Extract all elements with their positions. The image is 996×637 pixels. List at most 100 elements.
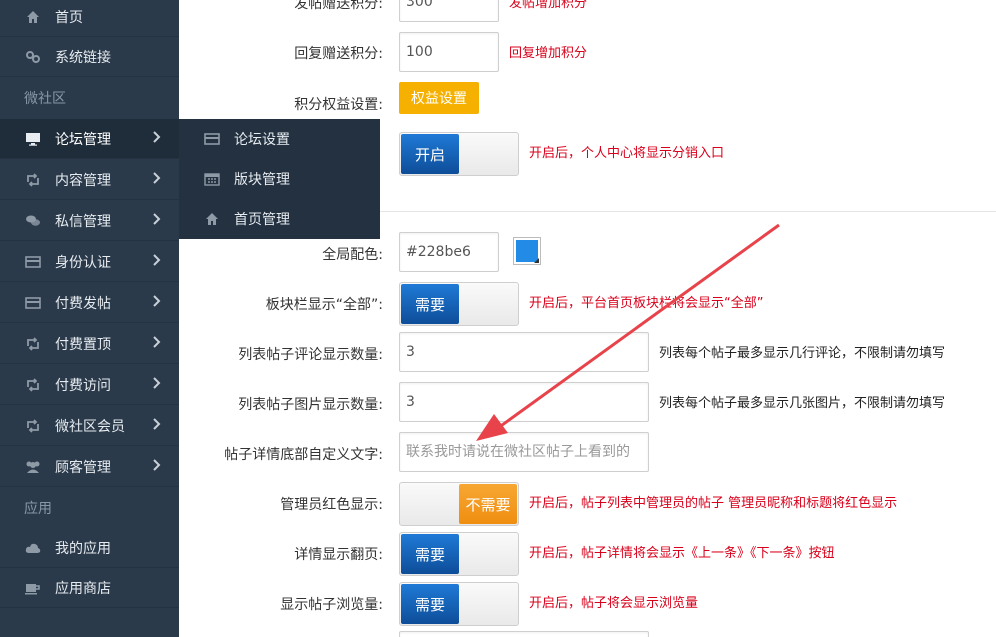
sidebar-item-paid-pin[interactable]: 付费置顶	[0, 324, 179, 364]
sidebar-item-identity[interactable]: 身份认证	[0, 242, 179, 282]
card-icon	[24, 253, 42, 271]
home-icon	[203, 210, 221, 228]
footer-text-label: 帖子详情底部自定义文字:	[224, 447, 383, 463]
chevron-right-icon	[153, 213, 161, 229]
sidebar-item-private-messages[interactable]: 私信管理	[0, 201, 179, 241]
admin-red-toggle[interactable]: 不需要	[399, 482, 519, 526]
reply-points-input[interactable]	[399, 32, 499, 72]
toggle-on-label: 需要	[401, 284, 459, 324]
post-points-hint: 发帖增加积分	[509, 0, 588, 11]
sidebar-item-label: 论坛管理	[55, 131, 111, 148]
sidebar-item-label: 顾客管理	[55, 459, 111, 476]
submenu-item-board-management[interactable]: 版块管理	[179, 159, 380, 199]
sidebar-section-apps: 应用	[24, 501, 52, 517]
comment-count-input[interactable]	[399, 332, 649, 372]
chevron-right-icon	[153, 131, 161, 147]
chevron-right-icon	[153, 172, 161, 188]
calendar-icon	[203, 170, 221, 188]
sidebar-item-label: 微社区会员	[55, 418, 125, 435]
sidebar-item-label: 付费置顶	[55, 336, 111, 353]
toggle-on-label: 开启	[401, 134, 459, 174]
sidebar-item-label: 系统链接	[55, 49, 111, 66]
footer-text-input[interactable]	[399, 432, 649, 472]
forum-submenu: 论坛设置 版块管理 首页管理	[179, 119, 380, 239]
post-points-label: 发帖赠送积分:	[294, 0, 383, 12]
theme-color-label: 全局配色:	[322, 247, 383, 263]
sidebar-item-system-links[interactable]: 系统链接	[0, 37, 179, 77]
sidebar-section-weishequ: 微社区	[24, 91, 66, 107]
board-all-toggle[interactable]: 需要	[399, 282, 519, 326]
detail-paging-toggle[interactable]: 需要	[399, 532, 519, 576]
chevron-right-icon	[153, 336, 161, 352]
cup-icon	[24, 579, 42, 597]
chevron-right-icon	[153, 254, 161, 270]
image-count-hint: 列表每个帖子最多显示几张图片，不限制请勿填写	[659, 396, 946, 411]
sidebar-item-label: 我的应用	[55, 540, 111, 557]
theme-color-input[interactable]	[399, 232, 499, 272]
sidebar-item-app-store[interactable]: 应用商店	[0, 568, 179, 608]
rights-settings-button[interactable]: 权益设置	[399, 82, 479, 114]
sidebar-item-home[interactable]: 首页	[0, 0, 179, 37]
image-count-label: 列表帖子图片显示数量:	[238, 397, 383, 413]
sidebar-item-my-apps[interactable]: 我的应用	[0, 528, 179, 568]
next-row-input[interactable]	[399, 631, 649, 637]
sidebar-item-paid-access[interactable]: 付费访问	[0, 365, 179, 405]
points-rights-label: 积分权益设置:	[294, 97, 383, 113]
view-count-hint: 开启后，帖子将会显示浏览量	[529, 596, 699, 611]
admin-red-label: 管理员红色显示:	[280, 497, 383, 513]
board-all-hint: 开启后，平台首页板块栏将会显示“全部”	[529, 296, 764, 311]
monitor-icon	[24, 130, 42, 148]
toggle-on-label: 需要	[401, 584, 459, 624]
post-points-input[interactable]	[399, 0, 499, 22]
chevron-right-icon	[153, 418, 161, 434]
sidebar-item-label: 内容管理	[55, 172, 111, 189]
chat-icon	[24, 212, 42, 230]
sidebar: 首页 系统链接 微社区 论坛管理 内容管理 私信管理 身份认证 付费发帖 付费置…	[0, 0, 179, 637]
sidebar-item-customers[interactable]: 顾客管理	[0, 447, 179, 487]
detail-paging-label: 详情显示翻页:	[294, 547, 383, 563]
admin-red-hint: 开启后，帖子列表中管理员的帖子 管理员昵称和标题将红色显示	[529, 496, 898, 511]
color-picker[interactable]	[513, 237, 541, 265]
chevron-right-icon	[153, 377, 161, 393]
toggle-off-label: 不需要	[459, 484, 517, 524]
sidebar-item-label: 付费访问	[55, 377, 111, 394]
card-icon	[24, 294, 42, 312]
users-icon	[24, 458, 42, 476]
chevron-right-icon	[153, 295, 161, 311]
link-icon	[24, 48, 42, 66]
board-all-label: 板块栏显示“全部”:	[265, 297, 383, 313]
chevron-right-icon	[153, 459, 161, 475]
dropdown-corner-icon	[534, 258, 539, 263]
comment-count-hint: 列表每个帖子最多显示几行评论，不限制请勿填写	[659, 346, 946, 361]
home-icon	[24, 8, 42, 26]
toggle-on-label: 需要	[401, 534, 459, 574]
sidebar-item-content-management[interactable]: 内容管理	[0, 160, 179, 200]
sidebar-item-label: 身份认证	[55, 254, 111, 271]
image-count-input[interactable]	[399, 382, 649, 422]
sidebar-item-label: 私信管理	[55, 213, 111, 230]
submenu-item-label: 首页管理	[234, 212, 290, 228]
submenu-item-home-management[interactable]: 首页管理	[179, 199, 380, 239]
sidebar-item-members[interactable]: 微社区会员	[0, 406, 179, 446]
card-icon	[203, 130, 221, 148]
view-count-label: 显示帖子浏览量:	[280, 597, 383, 613]
detail-paging-hint: 开启后，帖子详情将会显示《上一条》《下一条》按钮	[529, 546, 835, 561]
cloud-icon	[24, 539, 42, 557]
sidebar-item-paid-post[interactable]: 付费发帖	[0, 283, 179, 323]
sidebar-item-label: 首页	[55, 9, 83, 26]
submenu-item-label: 版块管理	[234, 172, 290, 188]
reply-points-label: 回复赠送积分:	[294, 46, 383, 62]
distribution-toggle[interactable]: 开启	[399, 132, 519, 176]
retweet-icon	[24, 417, 42, 435]
sidebar-item-label: 应用商店	[55, 580, 111, 597]
reply-points-hint: 回复增加积分	[509, 46, 588, 61]
sidebar-item-label: 付费发帖	[55, 295, 111, 312]
view-count-toggle[interactable]: 需要	[399, 582, 519, 626]
retweet-icon	[24, 171, 42, 189]
distribution-hint: 开启后，个人中心将显示分销入口	[529, 146, 725, 161]
retweet-icon	[24, 335, 42, 353]
comment-count-label: 列表帖子评论显示数量:	[238, 347, 383, 363]
submenu-item-label: 论坛设置	[234, 132, 290, 148]
sidebar-item-forum-management[interactable]: 论坛管理	[0, 119, 179, 159]
submenu-item-forum-settings[interactable]: 论坛设置	[179, 119, 380, 159]
